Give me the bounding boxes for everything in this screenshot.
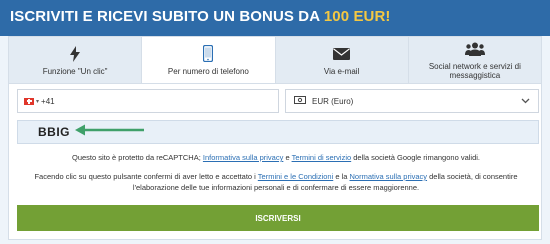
bonus-amount: 100 EUR! <box>323 8 391 25</box>
tab-phone[interactable]: Per numero di telefono <box>142 37 276 83</box>
page-title: ISCRIVITI E RICEVI SUBITO UN BONUS DA 10… <box>10 8 391 25</box>
consent-text: Facendo clic su questo pulsante confermi… <box>34 172 258 181</box>
money-icon <box>294 96 306 106</box>
arrow-left-icon <box>74 123 146 141</box>
chevron-down-icon[interactable]: ▾ <box>36 98 39 105</box>
tab-label: Per numero di telefono <box>167 66 249 76</box>
tab-email[interactable]: Via e-mail <box>276 37 409 83</box>
tab-social[interactable]: Social network e servizi di messaggistic… <box>409 37 541 83</box>
swiss-flag-icon <box>24 97 34 105</box>
currency-select[interactable]: EUR (Euro) <box>285 89 539 113</box>
google-terms-link[interactable]: Termini di servizio <box>292 153 352 162</box>
recaptcha-text: e <box>283 153 292 162</box>
recaptcha-notice: Questo sito è protetto da reCAPTCHA; Inf… <box>9 153 543 162</box>
phone-input[interactable]: ▾ +41 <box>17 89 279 113</box>
tab-label: Social network e servizi di messaggistic… <box>428 62 521 80</box>
phone-icon <box>203 45 214 63</box>
envelope-icon <box>333 45 351 63</box>
registration-tabs: Funzione "Un clic" Per numero di telefon… <box>8 36 542 84</box>
people-icon <box>464 40 485 58</box>
terms-link[interactable]: Termini e le Condizioni <box>258 172 333 181</box>
tab-label: Via e-mail <box>323 66 360 76</box>
consent-text: e la <box>333 172 350 181</box>
lightning-icon <box>70 45 81 63</box>
consent-notice: Facendo clic su questo pulsante confermi… <box>33 171 519 193</box>
chevron-down-icon <box>521 97 530 106</box>
title-text: ISCRIVITI E RICEVI SUBITO UN BONUS DA <box>10 8 320 25</box>
captcha-field[interactable]: BBIG <box>17 120 539 144</box>
phone-prefix: +41 <box>41 96 55 106</box>
tab-label: Funzione "Un clic" <box>42 66 108 76</box>
registration-form: ▾ +41 EUR (Euro) BBIG Questo sito è prot… <box>8 84 542 240</box>
captcha-text: BBIG <box>38 125 70 139</box>
privacy-link[interactable]: Normativa sulla privacy <box>350 172 428 181</box>
tab-one-click[interactable]: Funzione "Un clic" <box>9 37 143 83</box>
recaptcha-text: Questo sito è protetto da reCAPTCHA; <box>72 153 203 162</box>
google-privacy-link[interactable]: Informativa sulla privacy <box>203 153 283 162</box>
register-button[interactable]: ISCRIVERSI <box>17 205 539 231</box>
currency-value: EUR (Euro) <box>312 96 354 106</box>
recaptcha-text: della società Google rimangono validi. <box>351 153 480 162</box>
